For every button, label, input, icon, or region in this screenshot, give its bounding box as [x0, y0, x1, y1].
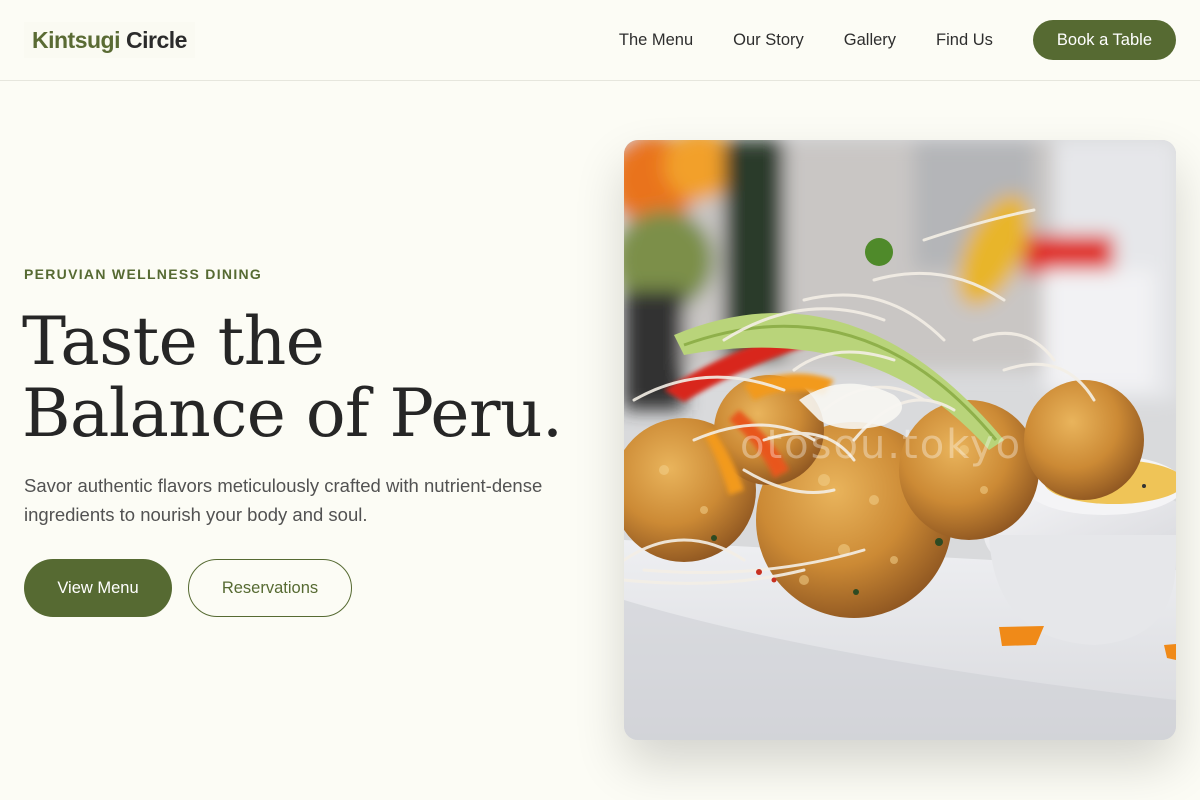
book-table-button[interactable]: Book a Table: [1032, 20, 1176, 60]
logo-word-kintsugi: Kintsugi: [32, 26, 121, 53]
hero-headline: Taste the Balance of Peru.: [22, 306, 602, 450]
nav-link-menu[interactable]: The Menu: [619, 31, 693, 50]
image-watermark: otosou.tokyo: [740, 422, 1023, 468]
reservations-button[interactable]: Reservations: [188, 559, 352, 617]
nav-link-gallery[interactable]: Gallery: [844, 31, 896, 50]
hero-food-image: otosou.tokyo: [624, 140, 1176, 740]
nav-link-find-us[interactable]: Find Us: [936, 31, 993, 50]
hero-eyebrow: PERUVIAN WELLNESS DINING: [24, 266, 263, 282]
view-menu-button[interactable]: View Menu: [24, 559, 172, 617]
logo-word-circle: Circle: [126, 26, 187, 53]
brand-logo[interactable]: Kintsugi Circle: [24, 22, 195, 58]
headline-line-1: Taste the: [22, 303, 325, 380]
site-header: Kintsugi Circle The Menu Our Story Galle…: [0, 0, 1200, 81]
nav-link-our-story[interactable]: Our Story: [733, 31, 804, 50]
headline-line-2: Balance of Peru.: [22, 375, 563, 452]
main-nav: The Menu Our Story Gallery Find Us Book …: [619, 20, 1176, 60]
hero-description: Savor authentic flavors meticulously cra…: [24, 475, 543, 525]
